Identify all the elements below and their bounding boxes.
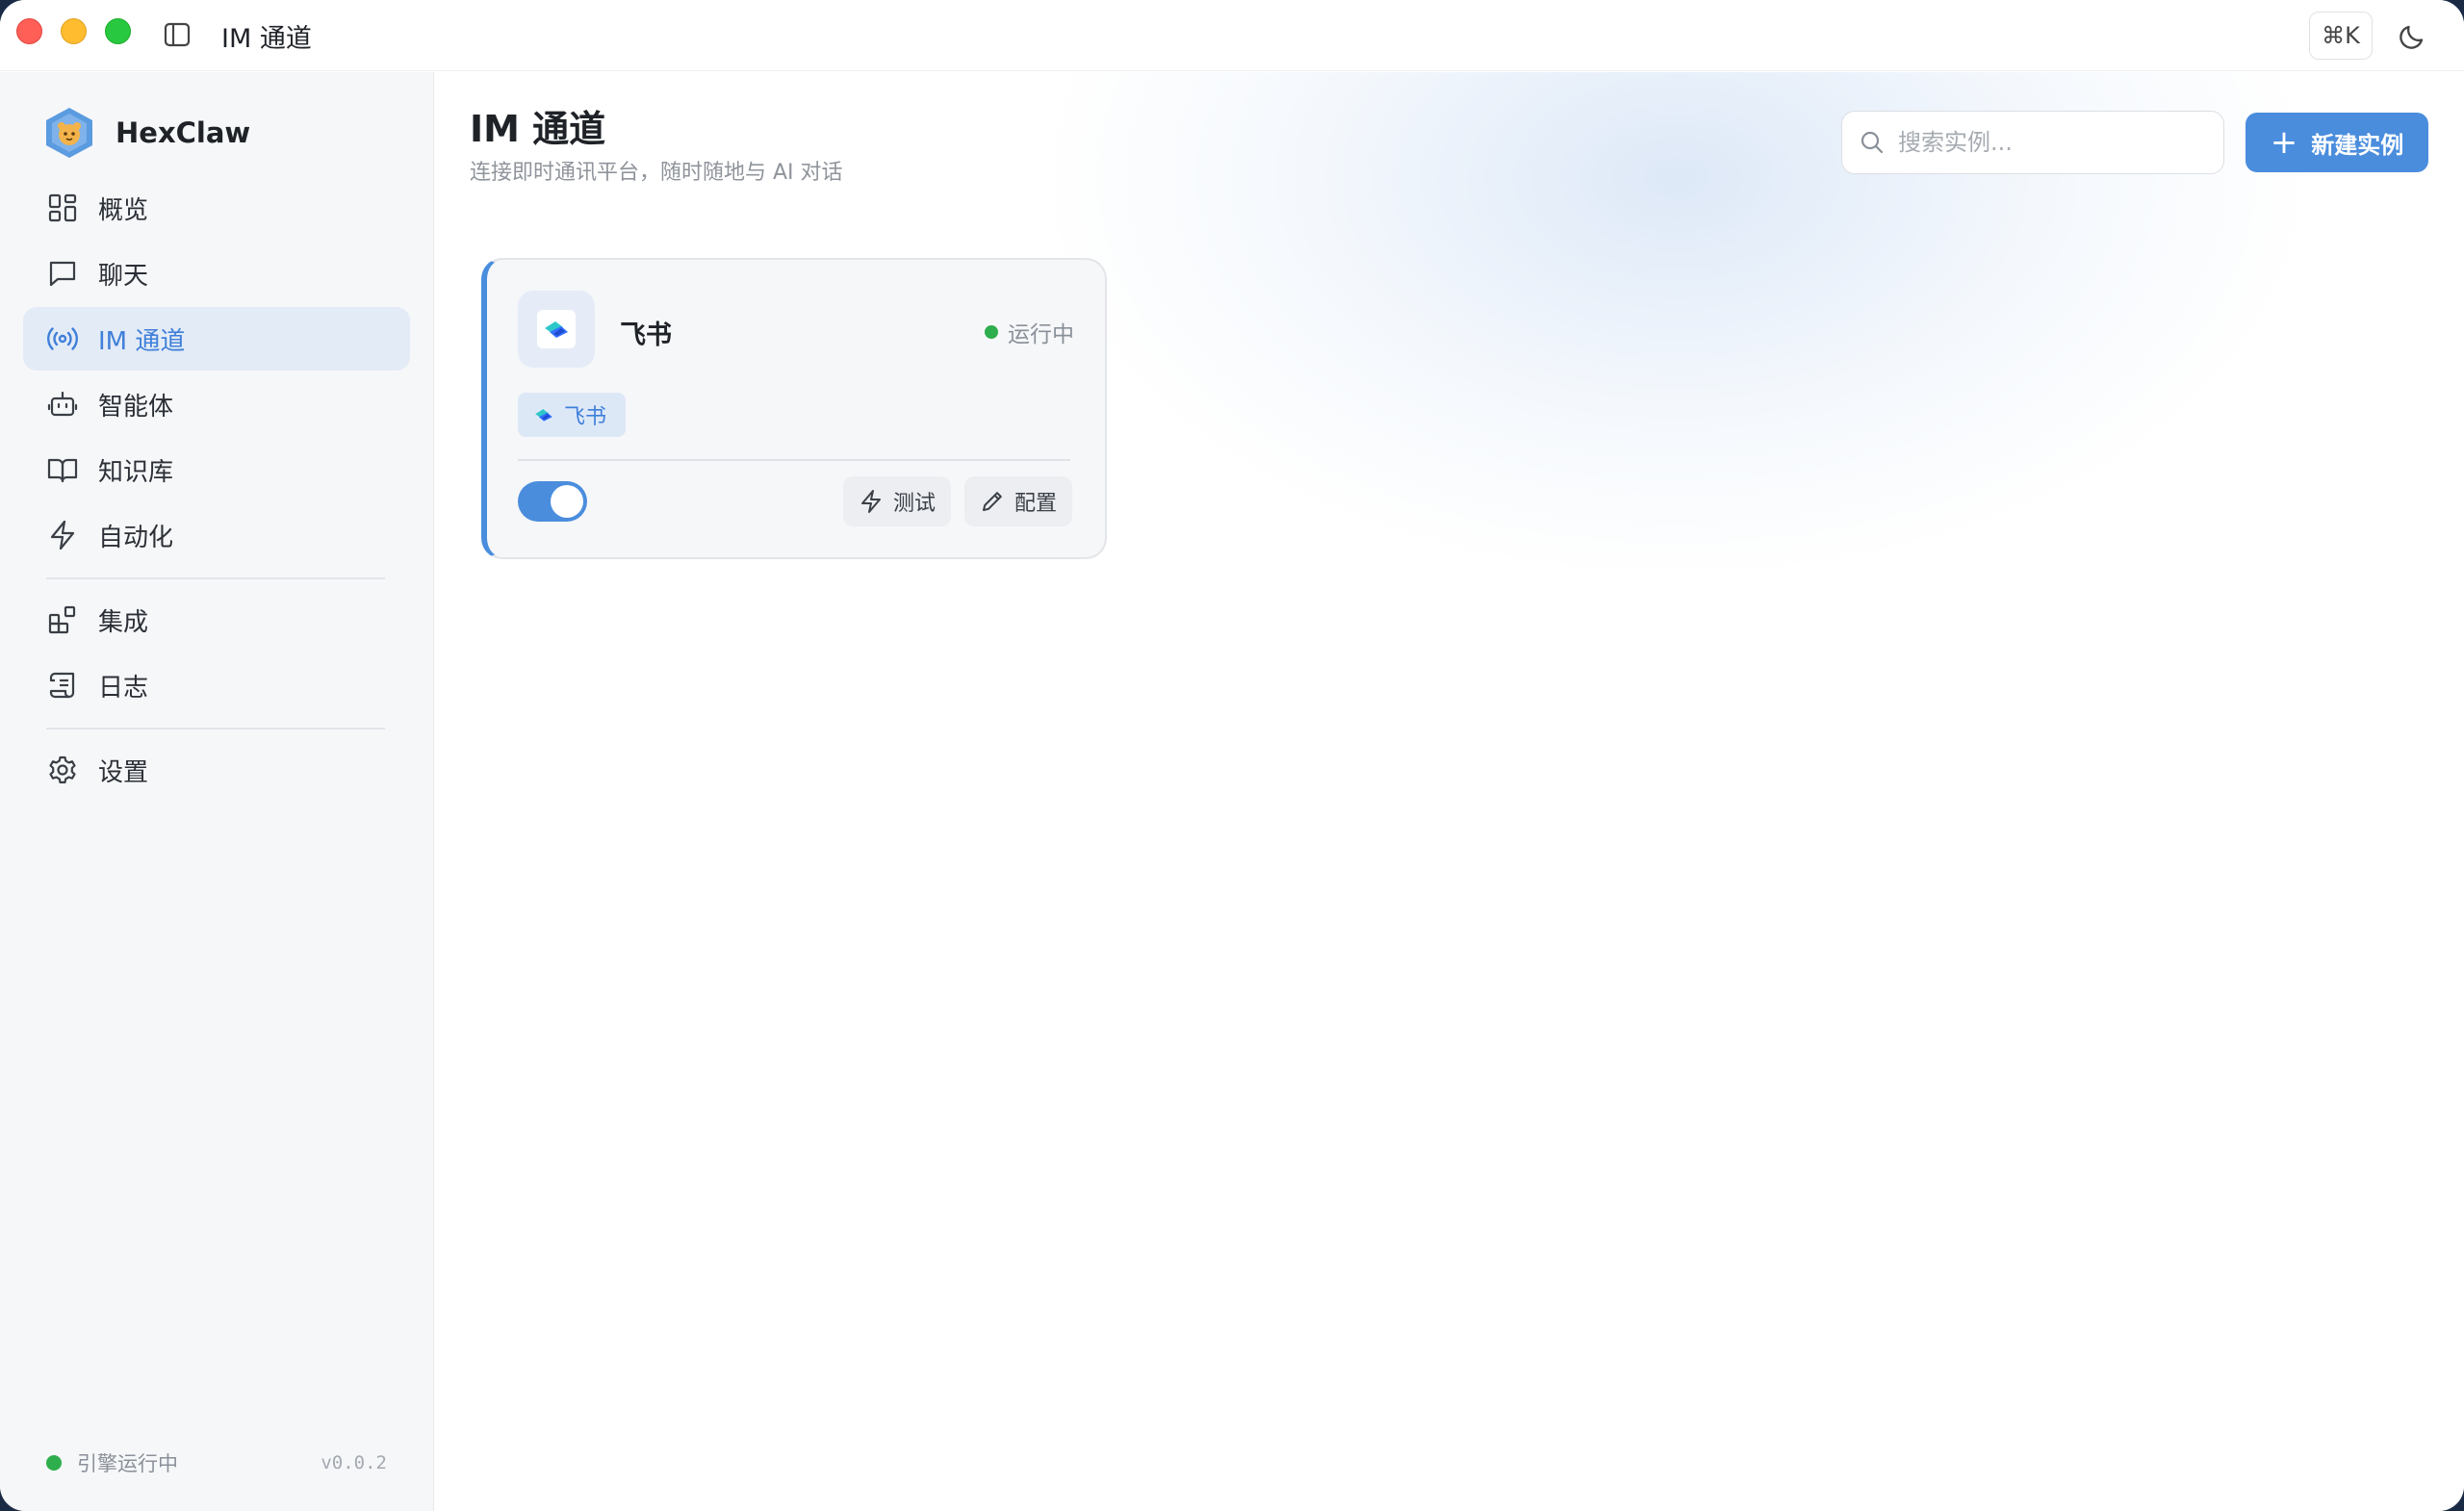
feishu-tag-icon	[535, 409, 552, 422]
scroll-icon	[46, 669, 79, 702]
search-box[interactable]	[1841, 111, 2224, 174]
sidebar-item-label: 智能体	[98, 392, 174, 422]
test-button[interactable]: 测试	[843, 476, 952, 526]
sidebar-item-label: 设置	[98, 757, 149, 787]
platform-tag-label: 飞书	[564, 405, 607, 429]
sidebar-item-label: 知识库	[98, 457, 174, 487]
hexclaw-logo-icon	[46, 108, 92, 158]
new-instance-label: 新建实例	[2311, 131, 2404, 159]
sidebar-item-automation[interactable]: 自动化	[23, 503, 410, 567]
page-title: IM 通道	[470, 108, 606, 150]
sidebar-item-label: IM 通道	[98, 326, 186, 356]
sidebar-toggle-icon[interactable]	[164, 22, 191, 47]
close-window-button[interactable]	[16, 18, 42, 44]
instance-status-label: 运行中	[1008, 322, 1074, 347]
app-window: IM 通道 ⌘K HexClaw 概览 聊天 IM 通道 智能体 知识库 自动化…	[0, 0, 2464, 1511]
sidebar-item-chat[interactable]: 聊天	[23, 242, 410, 305]
status-dot	[985, 325, 998, 339]
title-bar: IM 通道 ⌘K	[0, 0, 2464, 71]
test-button-label: 测试	[893, 492, 937, 516]
plus-icon: +	[2270, 123, 2298, 162]
new-instance-button[interactable]: + 新建实例	[2246, 113, 2428, 172]
sidebar-divider	[46, 728, 385, 730]
feishu-logo-icon	[518, 291, 595, 368]
sidebar-item-knowledge-base[interactable]: 知识库	[23, 438, 410, 501]
sidebar-item-integrations[interactable]: 集成	[23, 588, 410, 652]
chat-icon	[46, 257, 79, 290]
sidebar-item-label: 集成	[98, 607, 149, 637]
window-title: IM 通道	[221, 24, 312, 54]
pencil-icon	[983, 492, 1002, 511]
broadcast-icon	[46, 322, 79, 355]
dashboard-icon	[46, 192, 79, 224]
toggle-knob	[551, 485, 583, 518]
instance-name: 飞书	[620, 320, 672, 350]
robot-icon	[46, 388, 79, 421]
zoom-window-button[interactable]	[105, 18, 131, 44]
brand[interactable]: HexClaw	[44, 106, 250, 160]
sidebar-item-label: 概览	[98, 195, 149, 225]
search-icon	[1861, 131, 1884, 154]
minimize-window-button[interactable]	[61, 18, 87, 44]
moon-icon[interactable]	[2397, 19, 2429, 52]
config-button-label: 配置	[1014, 492, 1058, 516]
sidebar-item-label: 日志	[98, 673, 149, 703]
instance-enable-toggle[interactable]	[518, 481, 587, 522]
gear-icon	[46, 754, 79, 786]
app-version: v0.0.2	[321, 1452, 387, 1473]
integration-icon	[46, 603, 79, 636]
lightning-icon	[46, 519, 79, 551]
sidebar-footer: 引擎运行中 v0.0.2	[46, 1448, 387, 1477]
search-input[interactable]	[1898, 129, 2206, 156]
command-palette-button[interactable]: ⌘K	[2309, 12, 2373, 60]
card-divider	[518, 459, 1070, 461]
brand-name: HexClaw	[116, 116, 251, 149]
page-subtitle: 连接即时通讯平台，随时随地与 AI 对话	[470, 161, 843, 185]
sidebar-item-agents[interactable]: 智能体	[23, 372, 410, 436]
instance-status: 运行中	[985, 316, 1074, 348]
engine-status-dot	[46, 1455, 62, 1471]
instance-card[interactable]: 飞书 运行中 飞书 测试 配置	[481, 258, 1107, 559]
book-icon	[46, 453, 79, 486]
sidebar-item-settings[interactable]: 设置	[23, 738, 410, 802]
main-content: IM 通道 连接即时通讯平台，随时随地与 AI 对话 + 新建实例	[435, 72, 2464, 1511]
sidebar-item-im-channels[interactable]: IM 通道	[23, 307, 410, 371]
lightning-icon	[861, 490, 881, 513]
platform-tag: 飞书	[518, 393, 627, 437]
sidebar-item-label: 自动化	[98, 523, 174, 552]
sidebar-item-overview[interactable]: 概览	[23, 176, 410, 240]
sidebar-item-logs[interactable]: 日志	[23, 653, 410, 717]
sidebar: HexClaw 概览 聊天 IM 通道 智能体 知识库 自动化 集成 日志 设置…	[0, 72, 434, 1511]
engine-status-text: 引擎运行中	[77, 1452, 178, 1475]
sidebar-divider	[46, 577, 385, 579]
sidebar-item-label: 聊天	[98, 261, 149, 291]
config-button[interactable]: 配置	[964, 476, 1073, 526]
